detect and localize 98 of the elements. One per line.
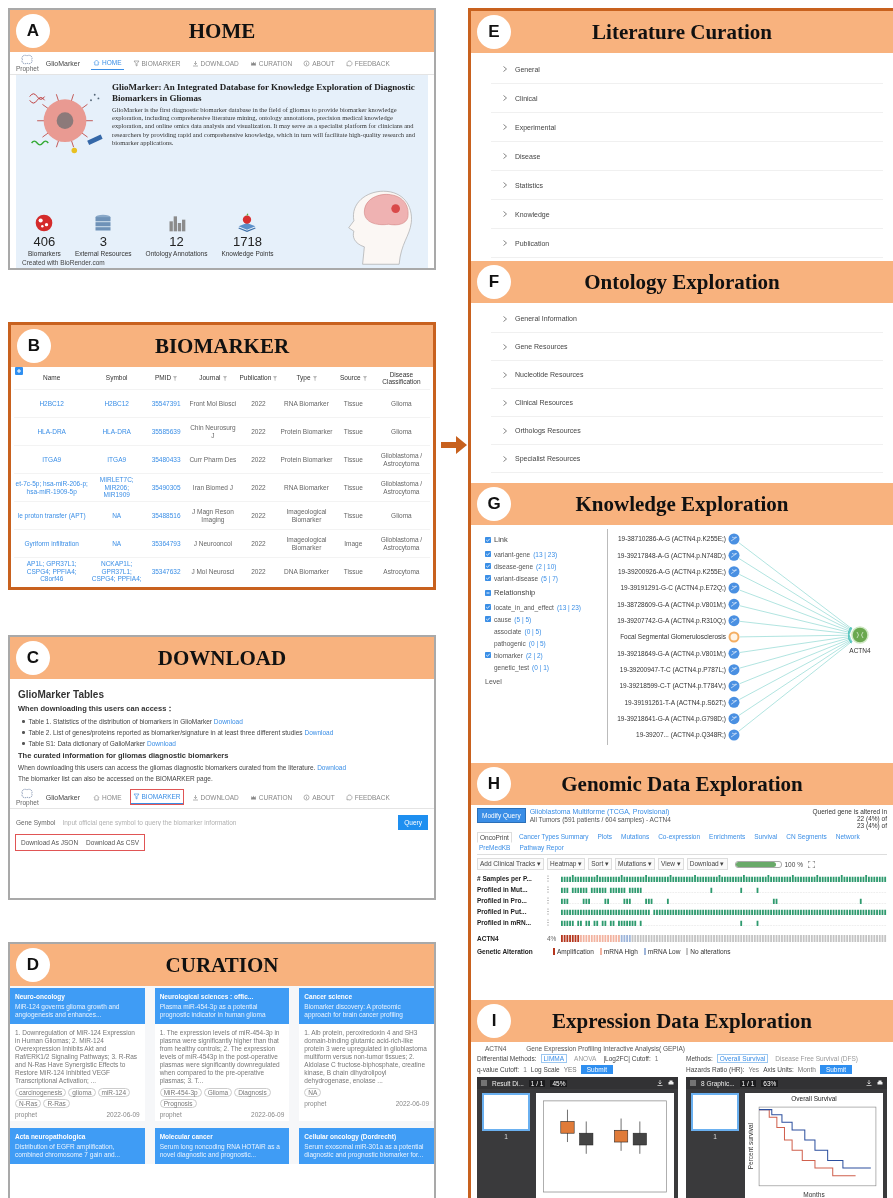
panel-title: BIOMARKER	[153, 333, 291, 359]
brain-logo-icon	[19, 54, 36, 65]
panel-letter: E	[477, 15, 511, 49]
graph-node[interactable]	[728, 549, 740, 561]
page-thumbnail[interactable]	[482, 1093, 530, 1131]
panel-letter: G	[477, 487, 511, 521]
brain-logo-icon	[19, 788, 36, 799]
hero-heading: GlioMarker: An Integrated Database for Knowledge Exploration of Diagnostic Biomarkers in Gliomas	[112, 82, 416, 104]
panel-letter: F	[477, 265, 511, 299]
graph-node[interactable]	[728, 631, 740, 643]
filter-icon[interactable]	[362, 375, 367, 381]
database-icon	[93, 213, 114, 233]
chevron-right-icon	[503, 211, 507, 217]
download-icon[interactable]	[657, 1080, 663, 1086]
filter-icon[interactable]	[222, 375, 227, 381]
checkbox[interactable]	[485, 536, 491, 543]
filter-icon[interactable]	[173, 375, 178, 381]
panel-title: HOME	[187, 18, 257, 44]
gene-node[interactable]	[851, 626, 869, 644]
chevron-right-icon	[503, 66, 507, 72]
panel-title: DOWNLOAD	[156, 645, 288, 671]
chevron-right-icon	[503, 153, 507, 159]
checkbox[interactable]	[485, 616, 491, 622]
panel-title: Knowledge Exploration	[574, 491, 790, 517]
chat-icon	[345, 793, 353, 801]
box-whisker	[579, 1121, 594, 1155]
download-icon[interactable]	[866, 1080, 872, 1086]
graph-node[interactable]	[728, 729, 740, 741]
panel-letter: B	[17, 329, 51, 363]
chevron-right-icon	[503, 240, 507, 246]
graph-node[interactable]	[728, 533, 740, 545]
graph-node[interactable]	[728, 615, 740, 627]
graph-node[interactable]	[728, 566, 740, 578]
box-whisker	[560, 1109, 575, 1143]
chevron-right-icon	[503, 399, 507, 406]
home-icon	[93, 793, 100, 801]
box-whisker	[632, 1121, 647, 1155]
panel-letter: I	[477, 1004, 511, 1038]
download-icon	[191, 793, 199, 801]
panel-letter: D	[16, 948, 50, 982]
download-icon	[191, 59, 199, 67]
graph-node[interactable]	[728, 582, 740, 594]
checkbox[interactable]	[485, 575, 491, 581]
crown-icon	[249, 793, 257, 801]
stat-value: 406	[33, 234, 56, 249]
filter-icon	[132, 59, 140, 67]
chevron-right-icon	[503, 315, 507, 322]
checkbox[interactable]	[485, 563, 491, 569]
home-icon	[93, 59, 100, 66]
chevron-right-icon	[503, 371, 507, 378]
bullet-icon	[22, 720, 25, 723]
section-heading: GlioMarker Tables	[18, 689, 105, 700]
panel-title: Ontology Exploration	[583, 269, 781, 295]
bullet-icon	[22, 731, 25, 734]
page-thumbnail[interactable]	[691, 1093, 739, 1131]
info-icon	[303, 793, 311, 801]
graph-node[interactable]	[728, 713, 740, 725]
filter-icon	[132, 793, 140, 800]
crown-icon	[249, 59, 257, 67]
stat-value: 12	[169, 234, 184, 249]
graph-node[interactable]	[728, 598, 740, 610]
bullet-icon	[22, 742, 25, 745]
info-icon	[303, 59, 311, 67]
checkbox[interactable]	[485, 551, 491, 557]
expand-icon[interactable]	[15, 367, 23, 375]
box-whisker	[614, 1118, 629, 1152]
checkbox[interactable]	[485, 652, 491, 658]
chat-icon	[345, 59, 353, 67]
zoom-slider[interactable]	[734, 860, 782, 868]
print-icon[interactable]	[668, 1080, 674, 1086]
chevron-right-icon	[503, 343, 507, 350]
panel-title: Expression Data Exploration	[551, 1008, 813, 1034]
graph-node[interactable]	[728, 664, 740, 676]
arrow-icon	[441, 435, 467, 455]
panel-title: CURATION	[164, 952, 280, 978]
filter-icon[interactable]	[312, 375, 317, 381]
cell-icon	[34, 213, 55, 233]
checkbox[interactable]	[485, 604, 491, 610]
graph-node[interactable]	[728, 647, 740, 659]
filter-icon[interactable]	[273, 375, 278, 381]
panel-letter: H	[477, 767, 511, 801]
panel-letter: C	[16, 641, 50, 675]
panel-title: Literature Curation	[591, 19, 773, 45]
fit-screen-icon[interactable]	[807, 860, 815, 868]
stat-value: 1718	[232, 234, 262, 249]
panel-letter: A	[16, 14, 50, 48]
chevron-right-icon	[503, 427, 507, 434]
graph-node[interactable]	[728, 696, 740, 708]
stat-value: 3	[99, 234, 107, 249]
print-icon[interactable]	[877, 1080, 883, 1086]
chevron-right-icon	[503, 124, 507, 130]
chevron-right-icon	[503, 95, 507, 101]
panel-title: Genomic Data Exploration	[560, 771, 804, 797]
indeterminate-checkbox[interactable]	[485, 589, 491, 596]
graph-node[interactable]	[728, 680, 740, 692]
apple-book-icon	[237, 213, 258, 233]
chevron-right-icon	[503, 182, 507, 188]
chevron-right-icon	[503, 455, 507, 462]
